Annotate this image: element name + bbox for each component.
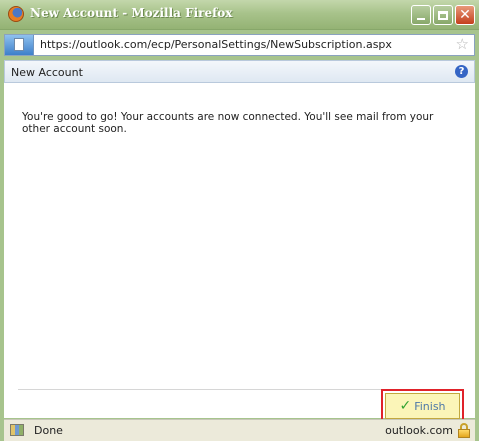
status-bar: Done outlook.com bbox=[4, 419, 475, 441]
title-bar[interactable]: New Account - Mozilla Firefox ✕ bbox=[0, 0, 479, 30]
status-text: Done bbox=[34, 424, 63, 437]
lock-icon[interactable] bbox=[458, 423, 470, 438]
finish-button[interactable]: ✓ Finish bbox=[385, 393, 460, 419]
checkmark-icon: ✓ bbox=[399, 398, 412, 414]
maximize-icon bbox=[438, 10, 448, 20]
dialog-content: You're good to go! Your accounts are now… bbox=[4, 83, 475, 423]
minimize-button[interactable] bbox=[411, 5, 431, 25]
minimize-icon bbox=[417, 18, 425, 20]
star-icon[interactable]: ☆ bbox=[456, 35, 469, 53]
address-bar[interactable]: https://outlook.com/ecp/PersonalSettings… bbox=[4, 34, 475, 56]
maximize-button[interactable] bbox=[433, 5, 453, 25]
close-button[interactable]: ✕ bbox=[455, 5, 475, 25]
status-domain: outlook.com bbox=[385, 424, 453, 437]
page-icon bbox=[14, 38, 24, 51]
confirmation-message: You're good to go! Your accounts are now… bbox=[22, 111, 434, 135]
url-text[interactable]: https://outlook.com/ecp/PersonalSettings… bbox=[40, 38, 392, 51]
firefox-icon bbox=[8, 6, 24, 22]
site-identity-button[interactable] bbox=[5, 35, 34, 55]
lock-body bbox=[458, 429, 470, 438]
browser-window: New Account - Mozilla Firefox ✕ https://… bbox=[0, 0, 479, 441]
window-title: New Account - Mozilla Firefox bbox=[30, 6, 233, 20]
status-page-icon bbox=[10, 424, 24, 436]
finish-button-label: Finish bbox=[414, 399, 446, 413]
close-icon: ✕ bbox=[459, 7, 471, 23]
dialog-title: New Account bbox=[11, 66, 83, 79]
dialog-header: New Account ? bbox=[4, 60, 475, 83]
help-icon[interactable]: ? bbox=[455, 65, 468, 78]
